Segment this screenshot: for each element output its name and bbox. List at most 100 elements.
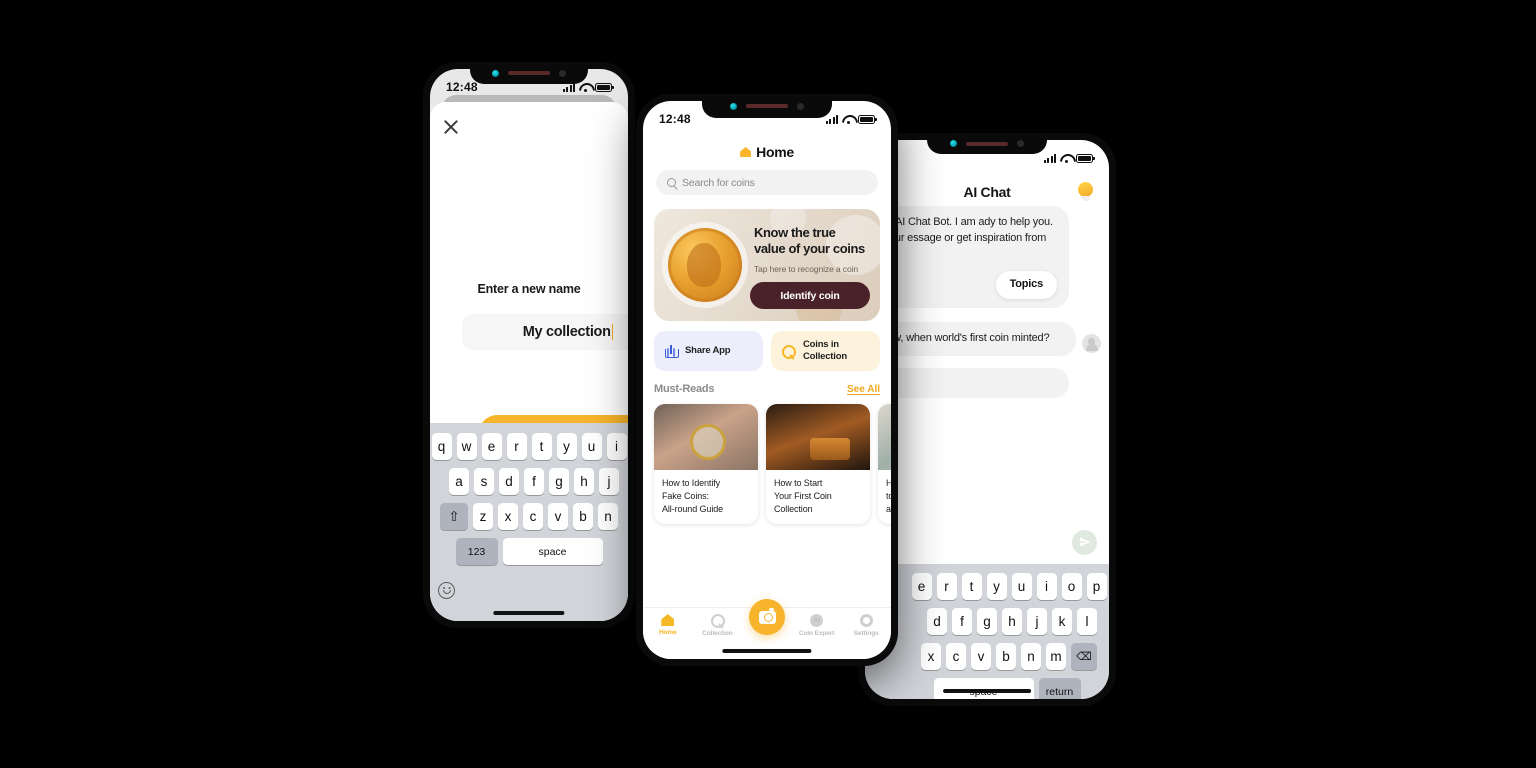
key-s[interactable]: s bbox=[474, 468, 494, 495]
emoji-icon[interactable] bbox=[438, 581, 455, 599]
ai-icon: AI bbox=[810, 614, 824, 627]
article-title-line3: All-round Guide bbox=[662, 503, 724, 514]
key-o[interactable]: o bbox=[1061, 573, 1082, 600]
right-screen: AI Chat m your personal AI Chat Bot. I a… bbox=[865, 140, 1109, 699]
key-p[interactable]: p bbox=[1086, 573, 1107, 600]
key-i[interactable]: i bbox=[1036, 573, 1057, 600]
cellular-signal-icon bbox=[825, 114, 838, 124]
keyboard-row-2: d f g h j k l bbox=[865, 608, 1109, 635]
key-r[interactable]: r bbox=[936, 573, 957, 600]
key-a[interactable]: a bbox=[449, 468, 469, 495]
identify-coin-button[interactable]: Identify coin bbox=[750, 282, 870, 309]
key-x[interactable]: x bbox=[498, 503, 518, 530]
tab-settings[interactable]: Settings bbox=[841, 614, 891, 637]
search-placeholder: Search for coins bbox=[682, 176, 755, 189]
return-key[interactable]: return bbox=[1038, 678, 1081, 699]
key-v[interactable]: v bbox=[548, 503, 568, 530]
key-t[interactable]: t bbox=[531, 433, 552, 460]
key-f[interactable]: f bbox=[524, 468, 544, 495]
battery-icon bbox=[595, 82, 614, 92]
keyboard-row-3: x c v b n m ⌫ bbox=[865, 643, 1109, 670]
key-e[interactable]: e bbox=[911, 573, 932, 600]
key-b[interactable]: b bbox=[573, 503, 593, 530]
lightbulb-icon[interactable] bbox=[1078, 182, 1093, 203]
battery-icon bbox=[858, 114, 877, 124]
key-x[interactable]: x bbox=[921, 643, 941, 670]
key-g[interactable]: g bbox=[977, 608, 997, 635]
send-icon[interactable] bbox=[1072, 529, 1097, 555]
article-thumbnail bbox=[766, 404, 870, 470]
coins-in-collection-label: Coins in Collection bbox=[803, 339, 847, 363]
key-d[interactable]: d bbox=[927, 608, 947, 635]
key-y[interactable]: y bbox=[986, 573, 1007, 600]
search-input[interactable]: Search for coins bbox=[656, 170, 878, 195]
key-d[interactable]: d bbox=[499, 468, 519, 495]
gear-icon bbox=[859, 614, 873, 627]
key-i[interactable]: i bbox=[606, 433, 627, 460]
article-card[interactable]: How to Identify Fake Coins: All-round Gu… bbox=[654, 404, 758, 525]
banner-title-line1: Know the true bbox=[754, 225, 836, 240]
phone-center-home-screen: 12:48 Home Search for coins Know the tru… bbox=[636, 94, 898, 666]
identify-coin-banner[interactable]: Know the true value of your coins Tap he… bbox=[654, 209, 880, 321]
phone-left-rename-screen: 12:48 Enter a new name My collection Ren… bbox=[423, 62, 635, 628]
see-all-link[interactable]: See All bbox=[847, 384, 880, 395]
screenshot-stage: 12:48 Enter a new name My collection Ren… bbox=[0, 0, 1536, 768]
user-message-row: t it. I want to know, when world's first… bbox=[865, 321, 1101, 356]
search-icon bbox=[667, 178, 676, 187]
backspace-icon[interactable]: ⌫ bbox=[1071, 643, 1097, 670]
keyboard-row-4: 123 space bbox=[430, 538, 628, 565]
space-key[interactable]: space bbox=[502, 538, 603, 565]
must-reads-header: Must-Reads See All bbox=[654, 383, 880, 395]
key-e[interactable]: e bbox=[481, 433, 502, 460]
key-f[interactable]: f bbox=[952, 608, 972, 635]
scan-coin-fab[interactable] bbox=[749, 599, 785, 635]
earpiece-speaker bbox=[508, 71, 550, 75]
key-r[interactable]: r bbox=[506, 433, 527, 460]
text-caret bbox=[611, 324, 614, 340]
left-screen: 12:48 Enter a new name My collection Ren… bbox=[430, 69, 628, 621]
key-z[interactable]: z bbox=[473, 503, 493, 530]
chat-input-bar: re anything... bbox=[865, 520, 1109, 564]
key-l[interactable]: l bbox=[1077, 608, 1097, 635]
share-app-button[interactable]: Share App bbox=[654, 331, 763, 371]
left-keyboard: q w e r t y u i a s d f g h j ⇧ z x c v … bbox=[430, 423, 628, 621]
key-u[interactable]: u bbox=[581, 433, 602, 460]
tab-collection[interactable]: Collection bbox=[693, 614, 743, 637]
proximity-sensor bbox=[559, 69, 566, 77]
article-card[interactable]: How to Start Your First Coin Collection bbox=[766, 404, 870, 525]
topics-button[interactable]: Topics bbox=[995, 270, 1057, 299]
left-notch bbox=[470, 62, 588, 84]
key-v[interactable]: v bbox=[971, 643, 991, 670]
key-n[interactable]: n bbox=[598, 503, 618, 530]
key-y[interactable]: y bbox=[556, 433, 577, 460]
coins-in-collection-button[interactable]: Coins in Collection bbox=[771, 331, 880, 371]
quick-actions-row: Share App Coins in Collection bbox=[654, 331, 880, 371]
collection-name-input[interactable]: My collection bbox=[462, 314, 628, 350]
key-k[interactable]: k bbox=[1052, 608, 1072, 635]
key-j[interactable]: j bbox=[1027, 608, 1047, 635]
key-m[interactable]: m bbox=[1046, 643, 1066, 670]
shift-icon[interactable]: ⇧ bbox=[440, 503, 468, 530]
key-j[interactable]: j bbox=[599, 468, 619, 495]
key-c[interactable]: c bbox=[523, 503, 543, 530]
right-home-indicator bbox=[943, 689, 1031, 693]
coin-illustration bbox=[662, 222, 748, 308]
key-g[interactable]: g bbox=[549, 468, 569, 495]
key-t[interactable]: t bbox=[961, 573, 982, 600]
coins-label-line1: Coins in bbox=[803, 339, 839, 351]
close-icon[interactable] bbox=[442, 118, 460, 136]
key-n[interactable]: n bbox=[1021, 643, 1041, 670]
key-w[interactable]: w bbox=[456, 433, 477, 460]
key-q[interactable]: q bbox=[431, 433, 452, 460]
article-card[interactable]: How to v a c bbox=[878, 404, 891, 525]
key-h[interactable]: h bbox=[574, 468, 594, 495]
key-h[interactable]: h bbox=[1002, 608, 1022, 635]
tab-home[interactable]: Home bbox=[643, 614, 693, 636]
keyboard-row-1: e r t y u i o p bbox=[865, 573, 1109, 600]
key-u[interactable]: u bbox=[1011, 573, 1032, 600]
tab-settings-label: Settings bbox=[853, 630, 879, 637]
tab-coin-expert[interactable]: AI Coin Expert bbox=[792, 614, 842, 637]
numbers-key[interactable]: 123 bbox=[455, 538, 498, 565]
key-b[interactable]: b bbox=[996, 643, 1016, 670]
key-c[interactable]: c bbox=[946, 643, 966, 670]
